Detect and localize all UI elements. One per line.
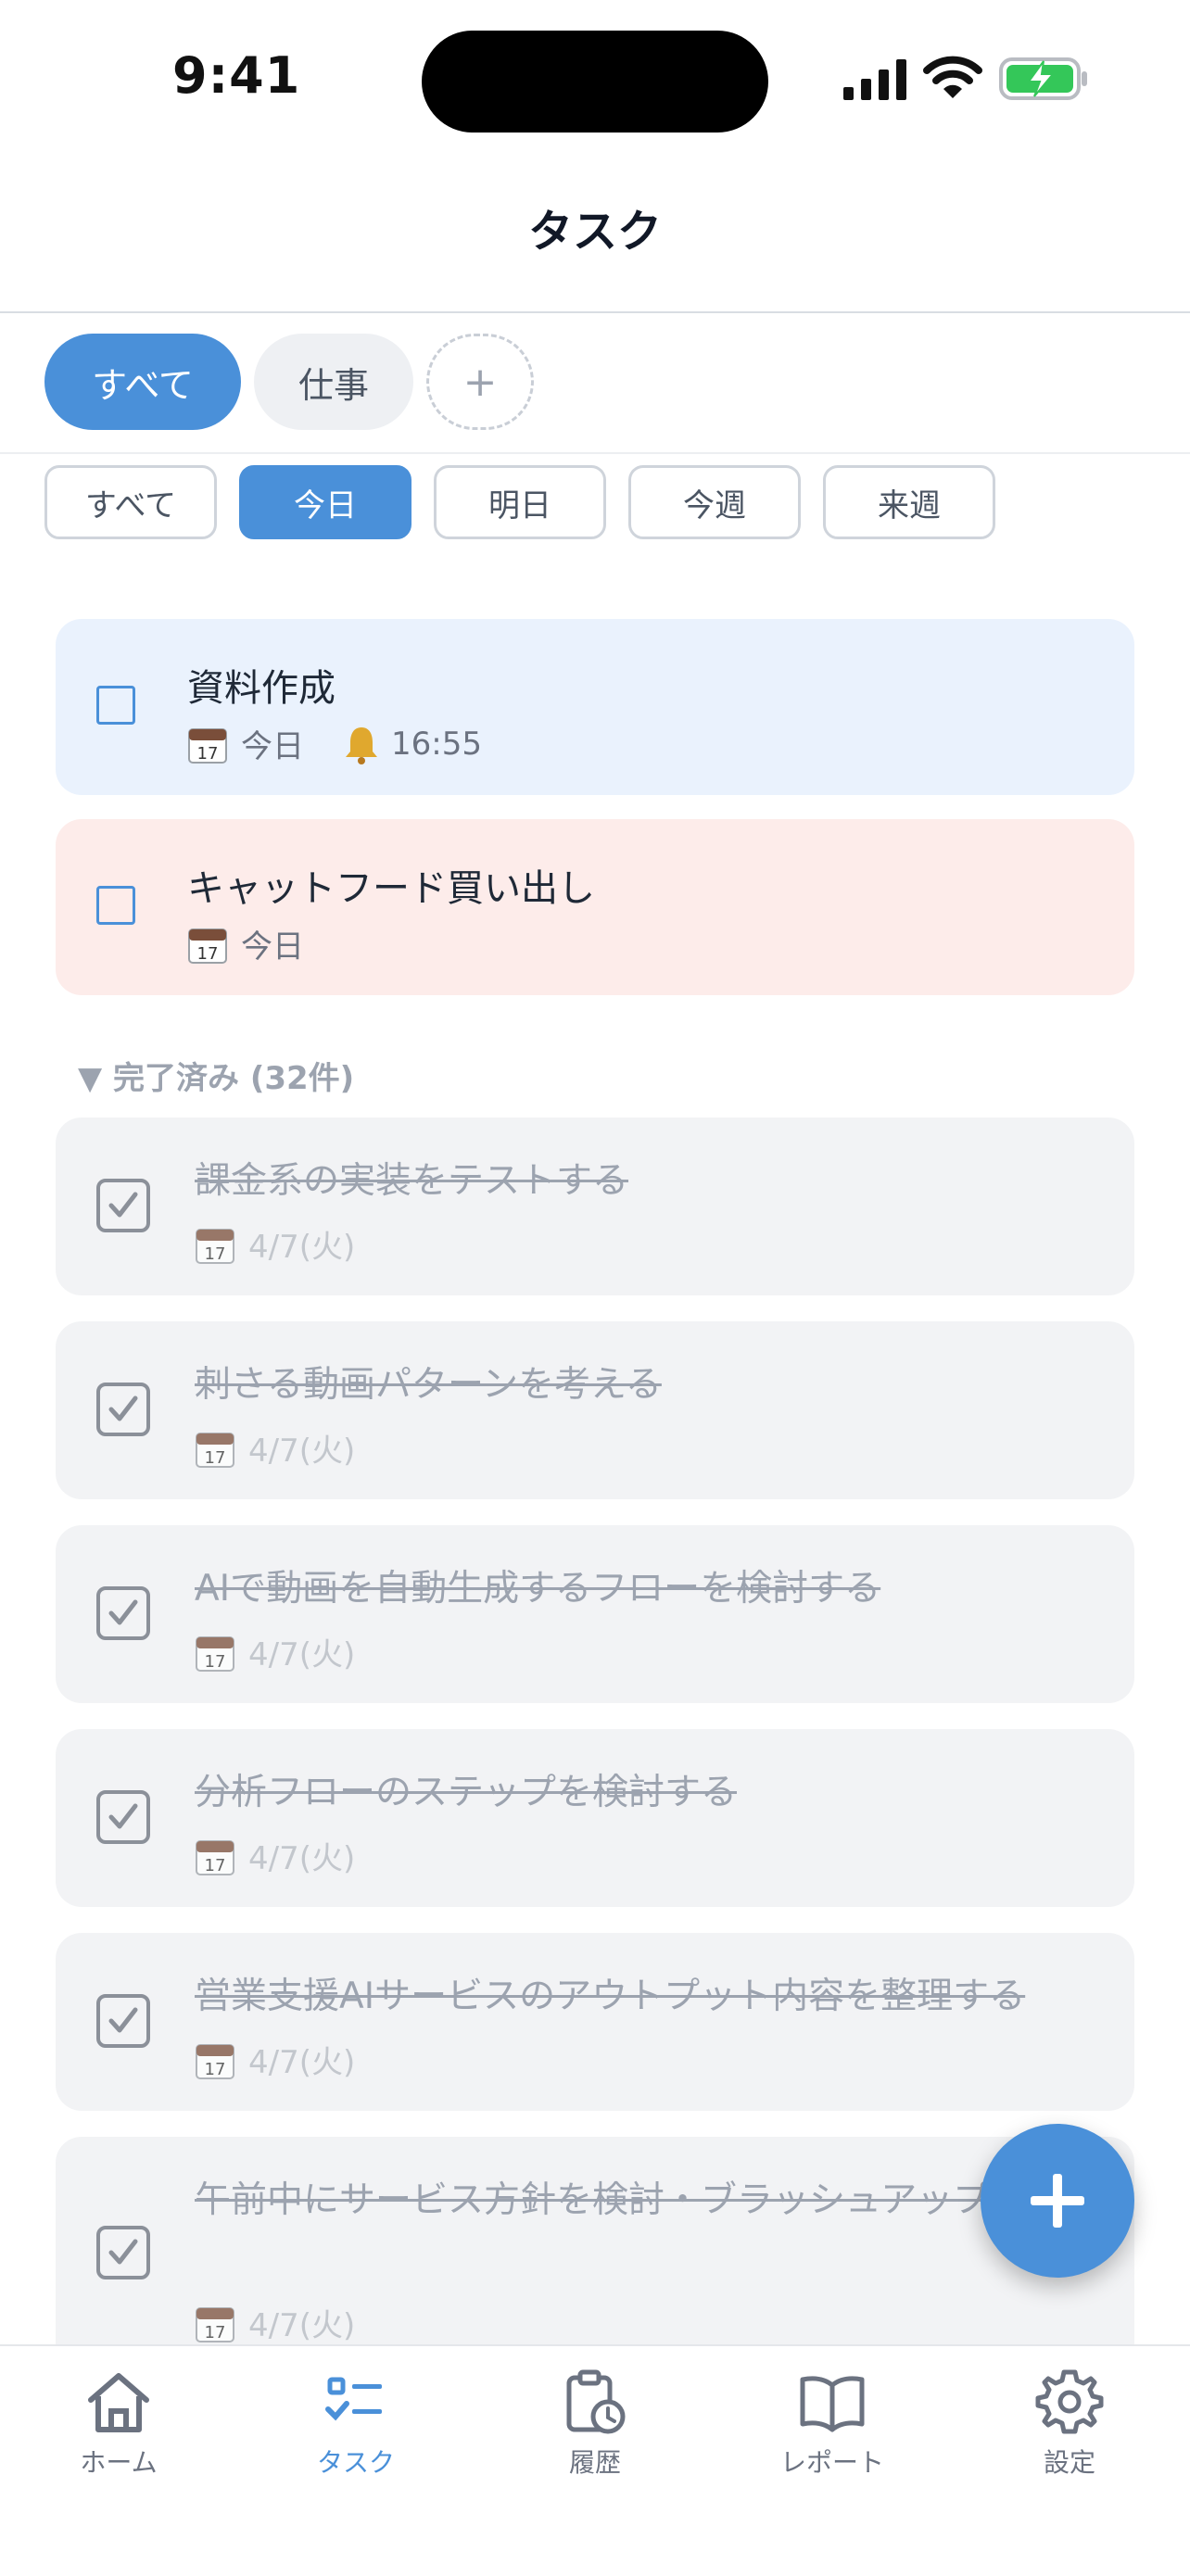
- calendar-icon: 17: [196, 2043, 234, 2079]
- nav-home[interactable]: ホーム: [26, 2367, 211, 2480]
- completed-task-date: 4/7(火): [248, 2307, 356, 2344]
- filter-all[interactable]: すべて: [44, 465, 217, 539]
- filter-tomorrow[interactable]: 明日: [434, 465, 606, 539]
- nav-report[interactable]: レポート: [740, 2367, 925, 2480]
- divider: [0, 452, 1190, 454]
- calendar-icon: 17: [196, 2306, 234, 2342]
- completed-task-date: 4/7(火): [248, 2044, 356, 2081]
- completed-checkbox[interactable]: [96, 1994, 150, 2048]
- task-card[interactable]: キャットフード買い出し 17 今日: [56, 819, 1134, 995]
- dynamic-island: [422, 31, 768, 133]
- completed-checkbox[interactable]: [96, 1179, 150, 1232]
- checkmark-icon: [108, 1192, 138, 1218]
- status-time: 9:41: [172, 46, 301, 105]
- status-bar: 9:41: [0, 0, 1190, 158]
- task-meta: 17 4/7(火): [195, 1425, 355, 1471]
- header: タスク: [0, 176, 1190, 313]
- calendar-icon: 17: [196, 1839, 234, 1875]
- category-tab-work[interactable]: 仕事: [254, 334, 413, 430]
- completed-task-card[interactable]: 営業支援AIサービスのアウトプット内容を整理する 17 4/7(火): [56, 1933, 1134, 2111]
- completed-task-card[interactable]: AIで動画を自動生成するフローを検討する 17 4/7(火): [56, 1525, 1134, 1703]
- bottom-nav: ホーム タスク 履歴 レポート 設定: [0, 2344, 1190, 2576]
- task-checkbox[interactable]: [96, 886, 135, 925]
- completed-task-title: 分析フローのステップを検討する: [195, 1772, 738, 1813]
- task-reminder-time: 16:55: [391, 725, 482, 763]
- task-meta: 17 4/7(火): [195, 1221, 355, 1267]
- book-icon: [800, 2376, 865, 2432]
- completed-task-card[interactable]: 刺さる動画パターンを考える 17 4/7(火): [56, 1321, 1134, 1499]
- completed-task-title: 課金系の実装をテストする: [195, 1160, 629, 1202]
- checkmark-icon: [108, 1395, 138, 1421]
- svg-text:17: 17: [205, 1856, 226, 1875]
- completed-checkbox[interactable]: [96, 1383, 150, 1436]
- calendar-icon: 17: [196, 1228, 234, 1264]
- category-tab-all[interactable]: すべて: [44, 334, 241, 430]
- svg-text:17: 17: [205, 2060, 226, 2079]
- checkmark-icon: [108, 2007, 138, 2033]
- task-date: 今日: [241, 728, 304, 765]
- task-meta: 17 4/7(火): [195, 1629, 355, 1674]
- battery-charging-icon: [999, 57, 1087, 100]
- task-meta: 17 今日 16:55: [187, 721, 482, 766]
- add-task-button[interactable]: [981, 2124, 1134, 2278]
- svg-text:17: 17: [205, 2323, 226, 2342]
- task-title: キャットフード買い出し: [187, 867, 595, 910]
- filter-this-week[interactable]: 今週: [628, 465, 801, 539]
- completed-task-title: 刺さる動画パターンを考える: [195, 1364, 662, 1406]
- home-icon: [88, 2373, 149, 2432]
- checkmark-icon: [108, 1803, 138, 1829]
- completed-checkbox[interactable]: [96, 2226, 150, 2279]
- category-tabs: すべて 仕事 +: [44, 334, 534, 430]
- svg-text:17: 17: [205, 1448, 226, 1468]
- task-meta: 17 4/7(火): [195, 2300, 355, 2345]
- completed-task-date: 4/7(火): [248, 1840, 356, 1877]
- task-meta: 17 4/7(火): [195, 2037, 355, 2082]
- svg-text:17: 17: [205, 1244, 226, 1264]
- history-icon: [566, 2369, 626, 2434]
- calendar-icon: 17: [188, 727, 227, 764]
- nav-history[interactable]: 履歴: [502, 2367, 688, 2480]
- completed-task-date: 4/7(火): [248, 1433, 356, 1470]
- cellular-signal-icon: [843, 59, 906, 100]
- checklist-icon: [325, 2377, 382, 2421]
- task-checkbox[interactable]: [96, 686, 135, 725]
- checkmark-icon: [108, 1599, 138, 1625]
- calendar-icon: 17: [188, 928, 227, 964]
- add-category-button[interactable]: +: [426, 334, 534, 430]
- page-title: タスク: [527, 206, 662, 258]
- gear-icon: [1035, 2369, 1104, 2434]
- completed-task-title: 営業支援AIサービスのアウトプット内容を整理する: [195, 1976, 1026, 2017]
- svg-text:17: 17: [205, 1652, 226, 1672]
- task-title: 資料作成: [187, 667, 335, 710]
- date-filter-bar: すべて 今日 明日 今週 来週: [44, 465, 995, 539]
- filter-next-week[interactable]: 来週: [823, 465, 995, 539]
- completed-section-toggle[interactable]: ▼ 完了済み (32件): [78, 1053, 354, 1098]
- completed-task-card[interactable]: 分析フローのステップを検討する 17 4/7(火): [56, 1729, 1134, 1907]
- task-meta: 17 4/7(火): [195, 1833, 355, 1878]
- completed-task-date: 4/7(火): [248, 1229, 356, 1266]
- nav-tasks[interactable]: タスク: [263, 2367, 449, 2480]
- checkmark-icon: [108, 2239, 138, 2265]
- completed-task-date: 4/7(火): [248, 1636, 356, 1673]
- calendar-icon: 17: [196, 1432, 234, 1468]
- svg-text:17: 17: [197, 944, 219, 964]
- filter-today[interactable]: 今日: [239, 465, 411, 539]
- svg-text:17: 17: [197, 744, 219, 764]
- task-date: 今日: [241, 928, 304, 966]
- completed-checkbox[interactable]: [96, 1790, 150, 1844]
- plus-icon: [1031, 2174, 1084, 2228]
- completed-checkbox[interactable]: [96, 1586, 150, 1640]
- task-card[interactable]: 資料作成 17 今日 16:55: [56, 619, 1134, 795]
- bell-icon: [346, 726, 377, 764]
- nav-settings[interactable]: 設定: [977, 2367, 1162, 2480]
- wifi-icon: [923, 56, 982, 98]
- completed-task-title: AIで動画を自動生成するフローを検討する: [195, 1568, 881, 1610]
- completed-task-card[interactable]: 課金系の実装をテストする 17 4/7(火): [56, 1118, 1134, 1295]
- task-meta: 17 今日: [187, 921, 304, 966]
- calendar-icon: 17: [196, 1635, 234, 1672]
